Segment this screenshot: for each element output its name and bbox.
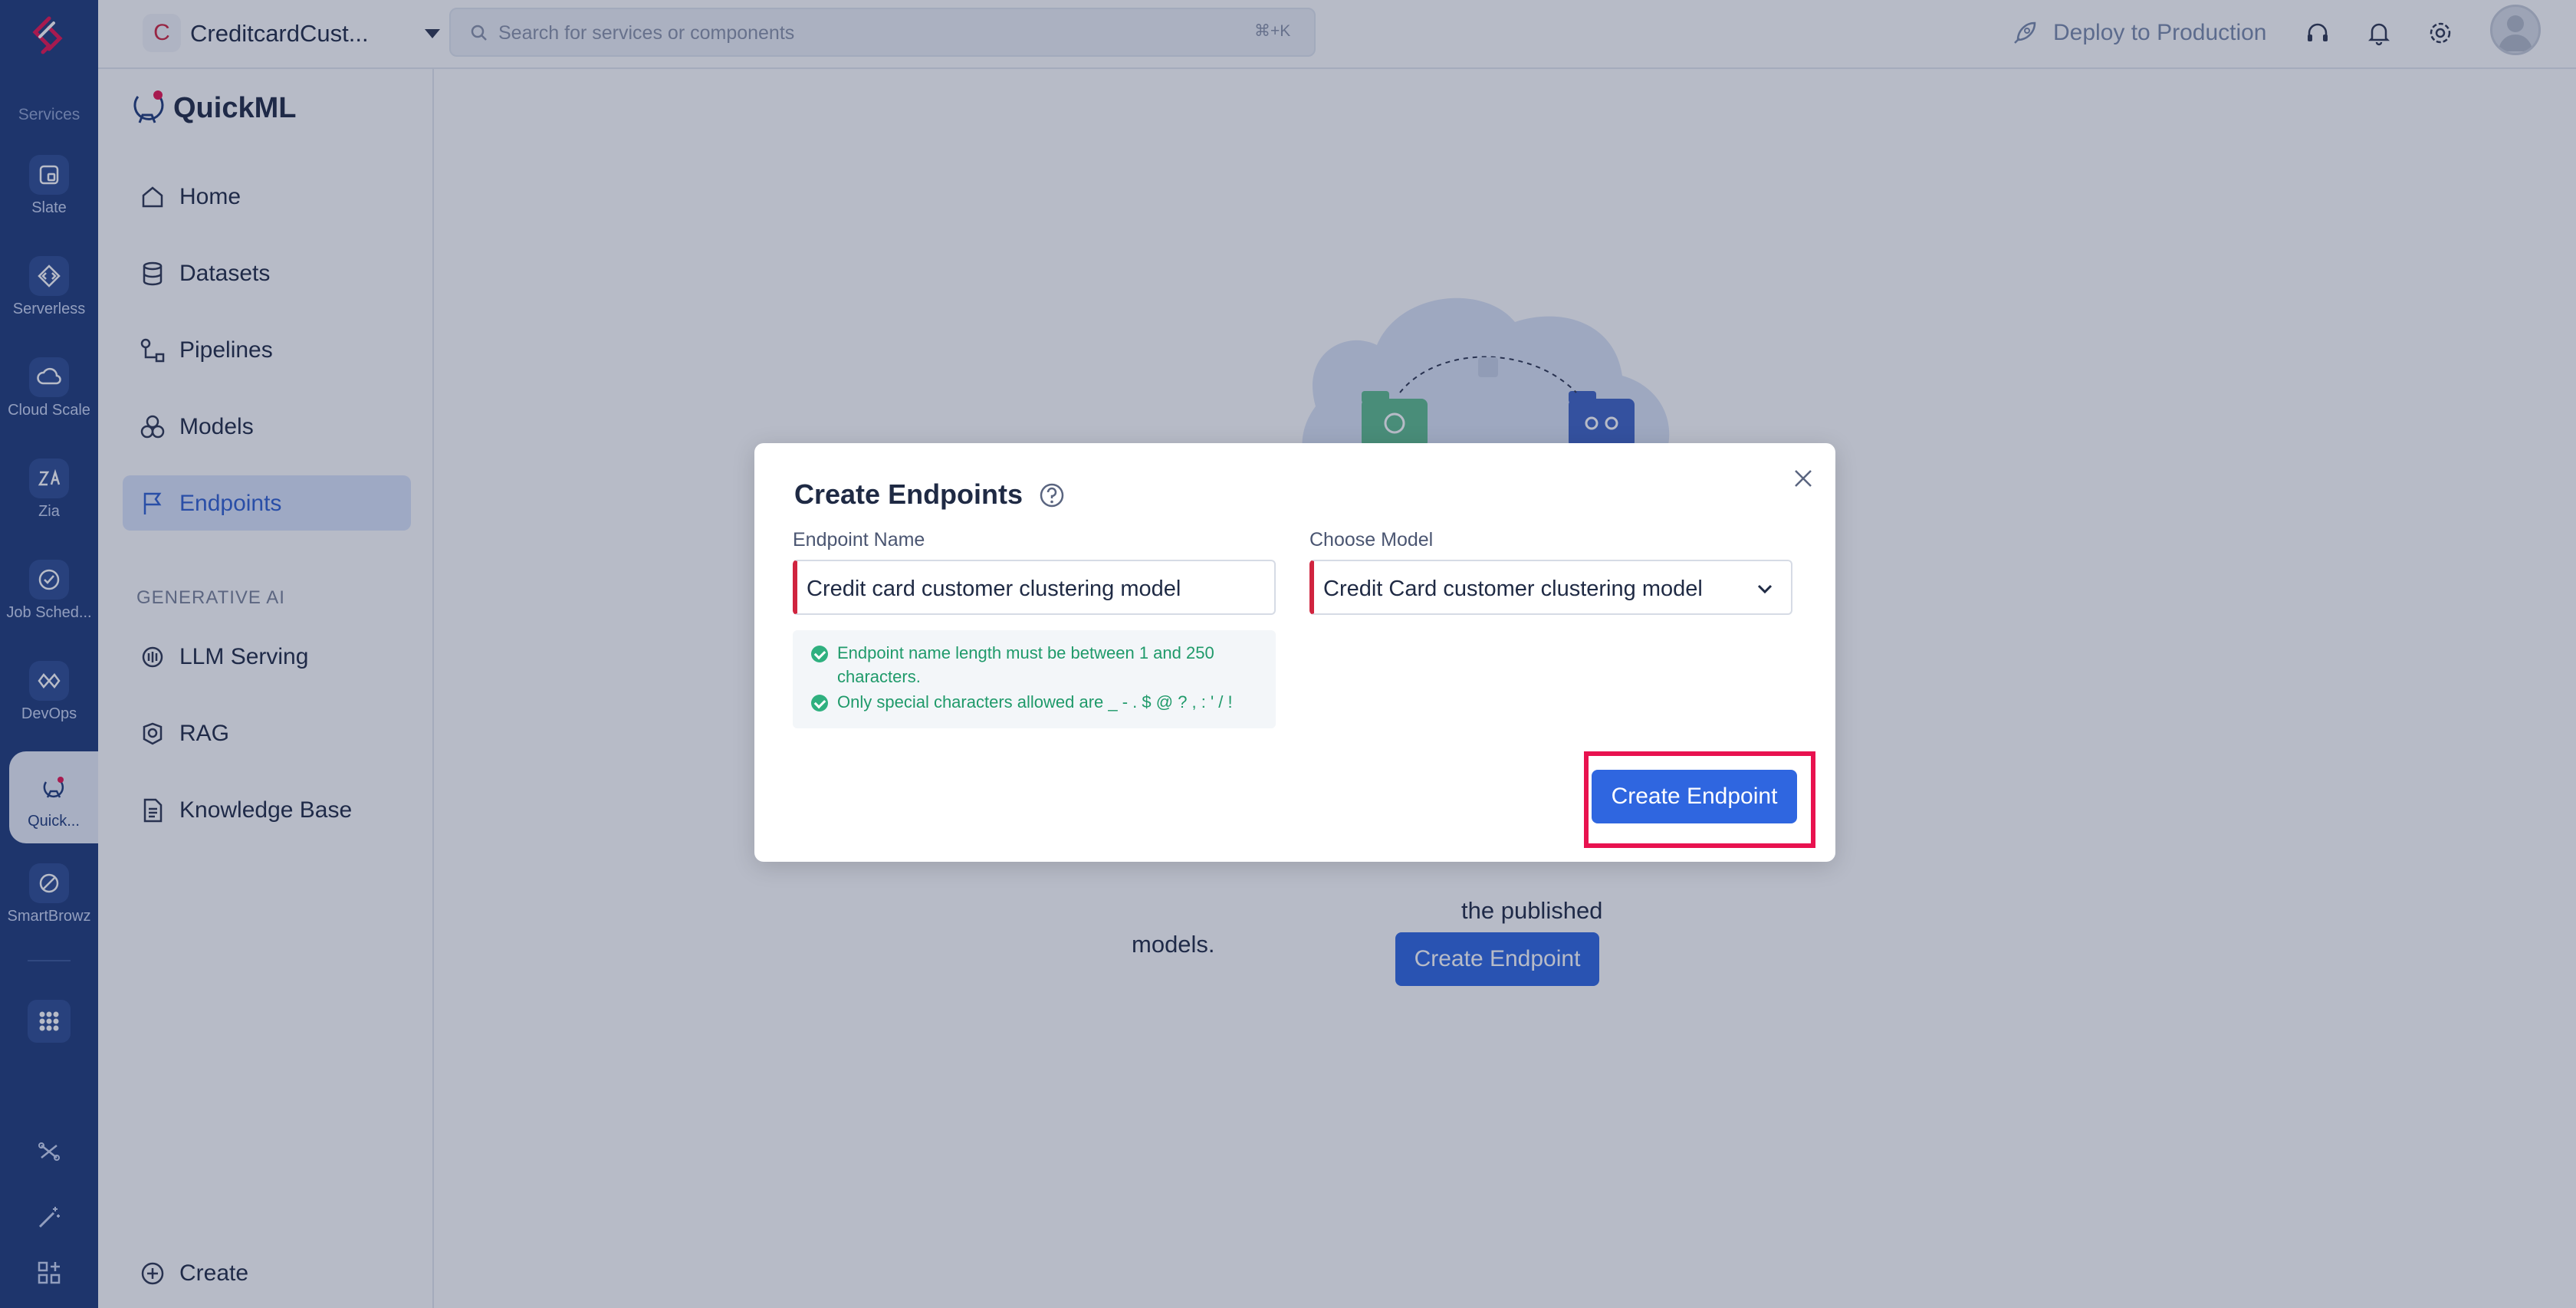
check-circle-icon [811,695,828,712]
endpoint-name-label: Endpoint Name [793,529,925,550]
modal-title: Create Endpoints [794,478,1024,510]
check-circle-icon [811,646,828,662]
endpoint-name-input[interactable]: Credit card customer clustering model [793,560,1276,615]
chevron-down-icon [1757,584,1773,594]
help-icon[interactable] [1038,481,1066,509]
close-icon[interactable] [1788,463,1819,494]
choose-model-label: Choose Model [1309,529,1434,550]
highlight-box [1584,751,1815,848]
validation-hints: Endpoint name length must be between 1 a… [793,630,1276,728]
choose-model-value: Credit Card customer clustering model [1323,577,1703,601]
choose-model-select[interactable]: Credit Card customer clustering model [1309,560,1792,615]
endpoint-name-value: Credit card customer clustering model [807,577,1181,601]
